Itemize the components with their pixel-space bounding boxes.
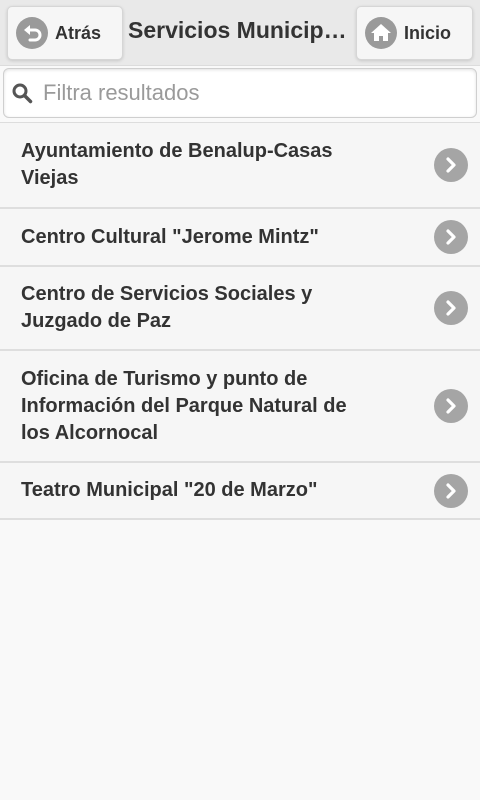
home-icon <box>365 17 397 49</box>
list-item-label: Oficina de Turismo y punto de Informació… <box>21 367 347 444</box>
search-bar[interactable] <box>3 68 477 118</box>
list-item-label: Centro de Servicios Sociales y Juzgado d… <box>21 283 313 332</box>
chevron-right-icon <box>434 148 468 182</box>
home-button-label: Inicio <box>404 22 452 43</box>
back-arrow-icon <box>16 17 48 49</box>
list-item-label: Teatro Municipal "20 de Marzo" <box>21 479 318 501</box>
list-item-label: Ayuntamiento de Benalup-Casas Viejas <box>21 140 333 189</box>
search-icon <box>12 83 33 104</box>
page-title: Servicios Municipales <box>128 17 352 43</box>
list-item-label: Centro Cultural "Jerome Mintz" <box>21 225 319 248</box>
chevron-right-icon <box>434 291 468 325</box>
back-button-label: Atrás <box>55 22 102 43</box>
search-input[interactable] <box>43 80 443 106</box>
list-item[interactable]: Teatro Municipal "20 de Marzo" <box>0 463 480 520</box>
header-bar: Atrás Servicios Municipales Inicio <box>0 0 480 66</box>
list-item[interactable]: Centro de Servicios Sociales y Juzgado d… <box>0 267 480 351</box>
results-list: Ayuntamiento de Benalup-Casas Viejas Cen… <box>0 122 480 520</box>
home-button[interactable]: Inicio <box>356 6 473 60</box>
back-button[interactable]: Atrás <box>7 6 123 60</box>
list-item[interactable]: Centro Cultural "Jerome Mintz" <box>0 209 480 267</box>
list-item[interactable]: Ayuntamiento de Benalup-Casas Viejas <box>0 123 480 209</box>
list-item[interactable]: Oficina de Turismo y punto de Informació… <box>0 351 480 463</box>
chevron-right-icon <box>434 473 468 508</box>
chevron-right-icon <box>434 220 468 254</box>
chevron-right-icon <box>434 389 468 423</box>
